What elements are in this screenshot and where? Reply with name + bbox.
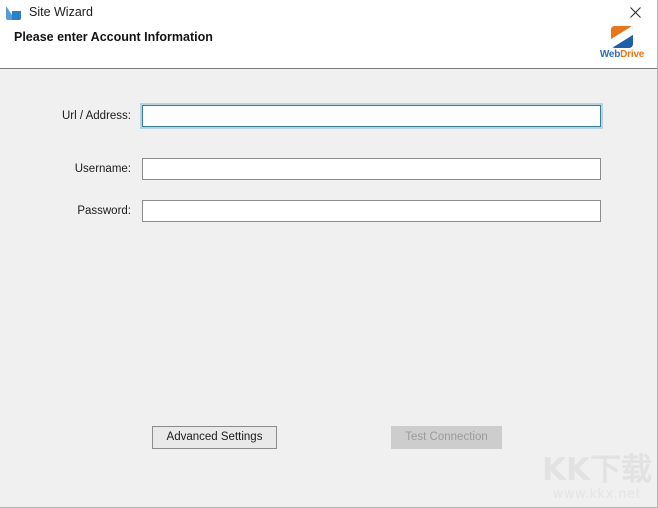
brand-wordmark: WebDrive <box>594 49 650 61</box>
brand-word-web: Web <box>599 49 621 60</box>
password-label: Password: <box>77 205 131 217</box>
form-row-password: Password: <box>0 200 657 222</box>
form-row-url-address: Url / Address: <box>0 105 657 127</box>
watermark-logo-text: KK下载 <box>541 452 652 488</box>
advanced-settings-button[interactable]: Advanced Settings <box>152 426 277 449</box>
username-input[interactable] <box>142 158 601 180</box>
webdrive-brand: WebDrive <box>594 26 650 70</box>
title-bar: Site Wizard <box>0 0 657 24</box>
webdrive-logo-icon <box>611 26 633 48</box>
site-wizard-icon <box>6 4 21 20</box>
username-label: Username: <box>74 163 131 175</box>
password-input[interactable] <box>142 200 601 222</box>
url-address-label: Url / Address: <box>61 110 131 122</box>
header-band: Please enter Account Information WebDriv… <box>0 24 657 70</box>
window-title: Site Wizard <box>29 5 93 19</box>
watermark: KK下载 www.kkx.net <box>542 453 652 503</box>
site-wizard-window: Site Wizard Please enter Account Informa… <box>0 0 658 508</box>
form-row-username: Username: <box>0 158 657 180</box>
test-connection-button: Test Connection <box>391 426 502 449</box>
page-title: Please enter Account Information <box>14 30 213 44</box>
wizard-body: Url / Address: Username: Password: Advan… <box>0 69 657 507</box>
watermark-url-text: www.kkx.net <box>552 487 642 502</box>
brand-word-drive: Drive <box>620 49 645 60</box>
close-icon[interactable] <box>612 0 657 24</box>
url-address-input[interactable] <box>142 105 601 127</box>
